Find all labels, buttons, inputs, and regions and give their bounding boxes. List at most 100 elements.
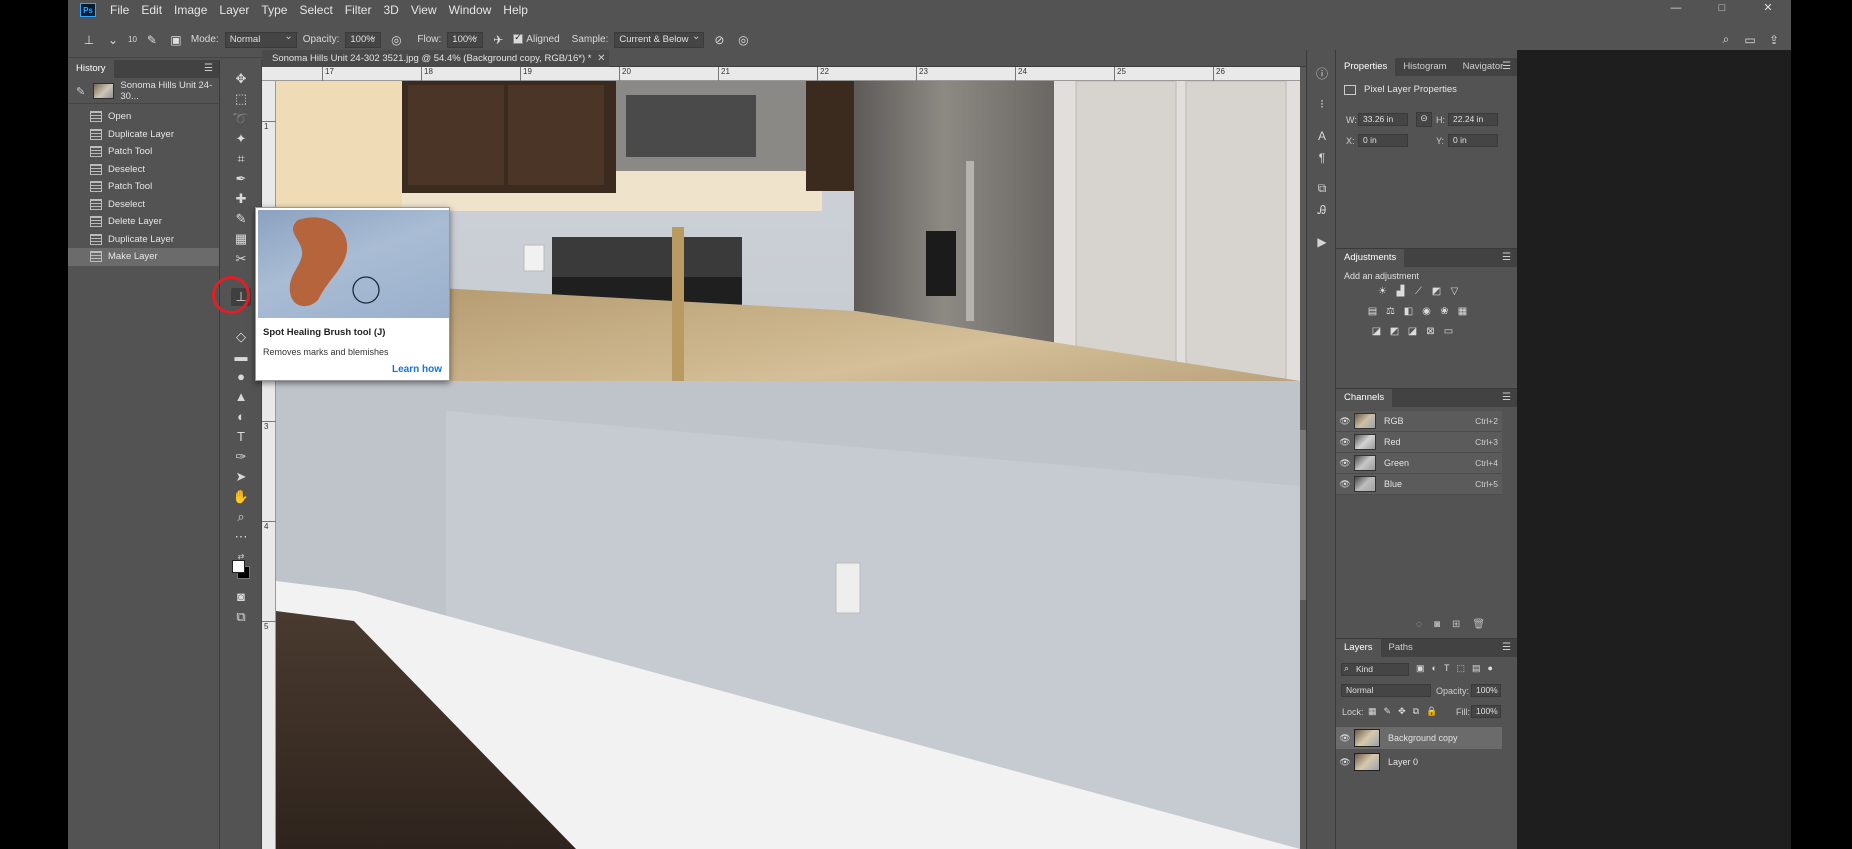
brush-tool-icon[interactable]: ✎ [231,210,251,228]
load-selection-icon[interactable]: ◌ [1416,619,1422,630]
menu-select[interactable]: Select [293,0,338,20]
blend-mode-select[interactable]: Normal [1341,684,1431,697]
filter-type-icon[interactable]: T [1444,663,1450,674]
history-brush-tool-icon[interactable]: ✂ [231,250,251,268]
lock-position-icon[interactable]: ✥ [1398,706,1406,717]
close-document-icon[interactable]: ✕ [597,50,605,67]
info-icon[interactable]: ⓘ [1314,66,1330,82]
channel-mixer-icon[interactable]: ❀ [1438,306,1451,317]
quick-mask-icon[interactable]: ◙ [231,588,251,606]
dodge-tool-icon[interactable]: ◐ [231,408,251,426]
ignore-adjustment-layers-icon[interactable]: ⊘ [710,32,728,48]
vibrance-icon[interactable]: ▽ [1448,286,1461,297]
clone-source-icon[interactable]: ▣ [167,32,185,48]
hand-tool-icon[interactable]: ✋ [231,488,251,506]
tab-histogram[interactable]: Histogram [1395,58,1454,76]
paragraph-icon[interactable]: ¶ [1314,150,1330,166]
channel-row[interactable]: 👁 RGB Ctrl+2 [1336,411,1502,432]
document-tab[interactable]: Sonoma Hills Unit 24-302 3521.jpg @ 54.4… [262,50,610,67]
minimize-button[interactable]: — [1653,0,1699,20]
lock-pixels-icon[interactable]: ✎ [1384,706,1392,717]
visibility-eye-icon[interactable]: 👁 [1336,437,1354,448]
curves-icon[interactable]: ⟋ [1412,286,1425,297]
color-balance-icon[interactable]: ⚖ [1384,306,1397,317]
visibility-eye-icon[interactable]: 👁 [1336,479,1354,490]
visibility-eye-icon[interactable]: 👁 [1336,458,1354,469]
menu-file[interactable]: File [104,0,135,20]
panel-menu-icon[interactable]: ☰ [1502,61,1511,72]
y-input[interactable]: 0 in [1448,134,1498,147]
channel-row[interactable]: 👁 Red Ctrl+3 [1336,432,1502,453]
brightness-icon[interactable]: ☀ [1376,286,1389,297]
visibility-eye-icon[interactable]: 👁 [1336,733,1354,744]
path-selection-tool-icon[interactable]: ➤ [231,468,251,486]
magic-wand-tool-icon[interactable]: ✦ [231,130,251,148]
fill-input[interactable]: 100% [1471,705,1501,718]
glyphs-icon[interactable]: Ꭿ [1314,202,1330,218]
menu-help[interactable]: Help [497,0,534,20]
history-snapshot[interactable]: ✎ Sonoma Hills Unit 24-30... [68,78,219,104]
learn-how-link[interactable]: Learn how [392,364,442,375]
panel-menu-icon[interactable]: ☰ [1502,392,1511,403]
threshold-icon[interactable]: ◪ [1406,326,1419,337]
history-item[interactable]: Deselect [68,161,219,179]
panel-menu-icon[interactable]: ☰ [1502,252,1511,263]
search-icon[interactable]: ⌕ [1717,32,1735,48]
filter-smart-object-icon[interactable]: ▤ [1472,663,1481,674]
airbrush-icon[interactable]: ✈ [489,32,507,48]
selective-color-icon[interactable]: ⊠ [1424,326,1437,337]
channel-row[interactable]: 👁 Blue Ctrl+5 [1336,474,1502,495]
document-canvas[interactable] [276,81,1300,849]
close-button[interactable]: ✕ [1745,0,1791,20]
height-input[interactable]: 22.24 in [1448,113,1498,126]
layer-row-selected[interactable]: 👁 Background copy [1336,727,1502,749]
sample-select[interactable]: Current & Below [614,30,705,48]
save-selection-icon[interactable]: ◙ [1434,619,1440,630]
history-item[interactable]: Duplicate Layer [68,126,219,144]
delete-channel-icon[interactable]: 🗑 [1472,619,1485,630]
foreground-color-swatch[interactable] [232,560,245,573]
tab-properties[interactable]: Properties [1336,58,1396,76]
clone-stamp-tool-icon[interactable]: ⊥ [80,32,98,48]
history-item[interactable]: Open [68,108,219,126]
share-icon[interactable]: ⇪ [1765,32,1783,48]
maximize-button[interactable]: □ [1699,0,1745,20]
posterize-icon[interactable]: ◩ [1388,326,1401,337]
panel-menu-icon[interactable]: ☰ [1502,642,1511,653]
menu-layer[interactable]: Layer [213,0,255,20]
history-item[interactable]: Deselect [68,196,219,214]
brush-panel-icon[interactable]: ✎ [143,32,161,48]
brush-settings-icon[interactable]: ⁝ [1314,96,1330,112]
levels-icon[interactable]: ▟ [1394,286,1407,297]
tool-preset-dropdown-icon[interactable]: ⌄ [104,32,122,48]
link-dimensions-icon[interactable]: ⊝ [1416,112,1432,127]
menu-filter[interactable]: Filter [339,0,378,20]
type-tool-icon[interactable]: T [231,428,251,446]
filter-shape-icon[interactable]: ⬚ [1456,663,1465,674]
marquee-tool-icon[interactable]: ⬚ [231,90,251,108]
lock-all-icon[interactable]: 🔒 [1426,706,1437,717]
spot-healing-tool-icon[interactable]: ✚ [231,190,251,208]
lock-artboard-icon[interactable]: ⧉ [1413,706,1419,717]
history-item[interactable]: Duplicate Layer [68,231,219,249]
lock-transparency-icon[interactable]: ▦ [1368,706,1377,717]
new-channel-icon[interactable]: ⊞ [1452,619,1460,630]
layer-opacity-input[interactable]: 100% [1471,684,1501,697]
visibility-eye-icon[interactable]: 👁 [1336,757,1354,768]
tab-layers[interactable]: Layers [1336,639,1381,657]
blur-tool-icon[interactable]: ● [231,368,251,386]
filter-toggle-icon[interactable]: ● [1487,663,1492,674]
more-tools-icon[interactable]: ⋯ [231,528,251,546]
workspace-icon[interactable]: ▭ [1741,32,1759,48]
x-input[interactable]: 0 in [1358,134,1408,147]
channel-row[interactable]: 👁 Green Ctrl+4 [1336,453,1502,474]
menu-image[interactable]: Image [168,0,213,20]
opacity-input[interactable]: 100% [345,30,382,48]
color-lookup-icon[interactable]: ▦ [1456,306,1469,317]
panel-menu-icon[interactable]: ☰ [204,63,213,74]
pen-tool-icon[interactable]: ✑ [231,448,251,466]
tab-channels[interactable]: Channels [1336,389,1393,407]
hue-saturation-icon[interactable]: ▤ [1366,306,1379,317]
gradient-map-icon[interactable]: ▭ [1442,326,1455,337]
clone-source-panel-icon[interactable]: ⧉ [1314,180,1330,196]
